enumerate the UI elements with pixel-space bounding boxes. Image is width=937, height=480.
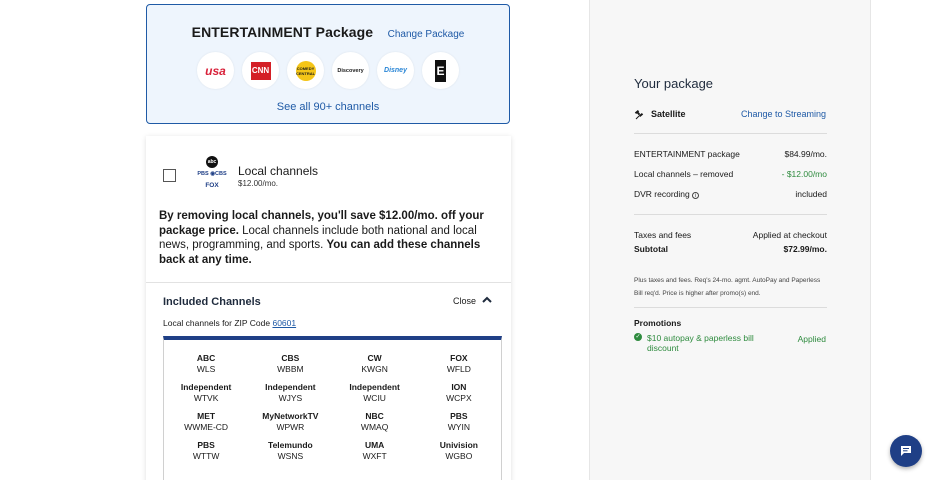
- channel-cell: Independent WJYS: [248, 382, 332, 404]
- channel-cell: Telemundo WSNS: [248, 440, 332, 462]
- channel-network: ION: [451, 382, 467, 392]
- divider: [634, 307, 827, 308]
- abc-logo: abc: [206, 156, 218, 168]
- promotion-text: $10 autopay & paperless bill discount: [647, 333, 754, 353]
- disney-junior-logo: Disney: [377, 52, 414, 89]
- channel-call-sign: WCIU: [363, 393, 386, 403]
- channel-call-sign: WLS: [196, 364, 216, 374]
- channel-cell: CBS WBBM: [248, 353, 332, 375]
- channel-network: MyNetworkTV: [262, 411, 319, 421]
- channel-call-sign: WXFT: [362, 451, 387, 461]
- discovery-logo: Discovery: [332, 52, 369, 89]
- channel-call-sign: WPWR: [276, 422, 305, 432]
- channel-cell: CW KWGN: [333, 353, 417, 375]
- channel-call-sign: WFLD: [446, 364, 471, 374]
- chat-icon: [901, 446, 911, 456]
- satellite-icon: [634, 109, 644, 120]
- close-button[interactable]: Close: [453, 296, 476, 306]
- channel-call-sign: WCPX: [446, 393, 472, 403]
- channel-network: FOX: [450, 353, 468, 363]
- check-circle-icon: ✓: [634, 333, 642, 341]
- e-logo: E: [422, 52, 459, 89]
- channel-network: Telemundo: [268, 440, 313, 450]
- divider: [146, 282, 511, 283]
- channel-cell: Independent WCIU: [333, 382, 417, 404]
- channel-cell: MET WWME-CD: [164, 411, 248, 433]
- chevron-up-icon[interactable]: [481, 294, 493, 306]
- included-channels-title: Included Channels: [163, 296, 261, 308]
- channel-table: ABC WLS CBS WBBM CW KWGN FOX WFLD Independent WTV…: [163, 336, 502, 480]
- comedy-central-logo: COMEDY CENTRAL: [287, 52, 324, 89]
- channel-call-sign: WMAQ: [360, 422, 389, 432]
- channel-cell: PBS WTTW: [164, 440, 248, 462]
- chat-button[interactable]: [890, 435, 922, 467]
- summary-title: Your package: [634, 76, 714, 91]
- usa-logo: usa: [197, 52, 234, 89]
- local-channels-card: abc PBS ◉CBS FOX Local channels $12.00/m…: [146, 136, 511, 480]
- service-type: Satellite: [651, 109, 686, 119]
- channel-network: CW: [367, 353, 382, 363]
- change-package-link[interactable]: Change Package: [388, 29, 465, 40]
- channel-network: UMA: [364, 440, 385, 450]
- channel-cell: FOX WFLD: [417, 353, 501, 375]
- channel-cell: ION WCPX: [417, 382, 501, 404]
- see-all-channels-link[interactable]: See all 90+ channels: [147, 101, 509, 113]
- channel-logos: usa CNN COMEDY CENTRAL Discovery Disney …: [147, 52, 509, 89]
- package-title: ENTERTAINMENT Package: [191, 24, 374, 40]
- channel-cell: MyNetworkTV WPWR: [248, 411, 332, 433]
- channel-call-sign: WBBM: [277, 364, 304, 374]
- info-icon[interactable]: i: [691, 191, 699, 199]
- package-line: ENTERTAINMENT package $84.99/mo.: [634, 149, 827, 159]
- channel-network: MET: [197, 411, 216, 421]
- local-channels-checkbox[interactable]: [163, 169, 176, 182]
- package-header: ENTERTAINMENT Package Change Package: [147, 24, 509, 42]
- promotion-status: Applied: [797, 334, 826, 344]
- channel-network: Independent: [180, 382, 232, 392]
- dvr-line: DVR recording i included: [634, 189, 827, 199]
- local-channels-line: Local channels – removed - $12.00/mo: [634, 169, 827, 179]
- channel-cell: UMA WXFT: [333, 440, 417, 462]
- channel-call-sign: WWME-CD: [184, 422, 229, 432]
- channel-network: ABC: [196, 353, 216, 363]
- channel-call-sign: WGBO: [445, 451, 473, 461]
- fine-print: Plus taxes and fees. Req's 24-mo. agmt. …: [634, 277, 821, 297]
- fox-logo: FOX: [205, 182, 219, 189]
- channel-cell: ABC WLS: [164, 353, 248, 375]
- channel-network: NBC: [365, 411, 384, 421]
- divider: [634, 133, 827, 134]
- network-logos: abc PBS ◉CBS FOX: [192, 156, 232, 192]
- zip-code-link[interactable]: 60601: [272, 318, 296, 328]
- cnn-logo: CNN: [242, 52, 279, 89]
- channel-call-sign: WTVK: [193, 393, 219, 403]
- order-summary-sidebar: Your package Satellite Change to Streami…: [589, 0, 871, 480]
- channel-network: CBS: [281, 353, 300, 363]
- subtotal-line: Subtotal $72.99/mo.: [634, 244, 827, 254]
- local-channels-title: Local channels: [238, 164, 319, 178]
- channel-call-sign: KWGN: [361, 364, 388, 374]
- channel-network: PBS: [450, 411, 468, 421]
- channel-call-sign: WTTW: [192, 451, 220, 461]
- change-to-streaming-link[interactable]: Change to Streaming: [741, 109, 826, 119]
- channel-cell: Univision WGBO: [417, 440, 501, 462]
- divider: [634, 214, 827, 215]
- local-channels-price: $12.00/mo.: [238, 179, 279, 188]
- channel-cell: Independent WTVK: [164, 382, 248, 404]
- channel-call-sign: WSNS: [277, 451, 304, 461]
- package-card: ENTERTAINMENT Package Change Package usa…: [146, 4, 510, 124]
- savings-message: By removing local channels, you'll save …: [159, 210, 484, 266]
- channel-network: Univision: [439, 440, 478, 450]
- taxes-line: Taxes and fees Applied at checkout: [634, 230, 827, 240]
- channel-call-sign: WJYS: [278, 393, 303, 403]
- channel-cell: PBS WYIN: [417, 411, 501, 433]
- pbs-cbs-logo: PBS ◉CBS: [197, 171, 227, 177]
- promotions-title: Promotions: [634, 318, 682, 328]
- channel-grid: ABC WLS CBS WBBM CW KWGN FOX WFLD Independent WTV…: [164, 353, 501, 462]
- channel-network: Independent: [265, 382, 316, 392]
- channel-network: Independent: [349, 382, 400, 392]
- channel-cell: NBC WMAQ: [333, 411, 417, 433]
- zip-code-line: Local channels for ZIP Code 60601: [163, 318, 297, 328]
- channel-network: PBS: [197, 440, 215, 450]
- channel-call-sign: WYIN: [447, 422, 470, 432]
